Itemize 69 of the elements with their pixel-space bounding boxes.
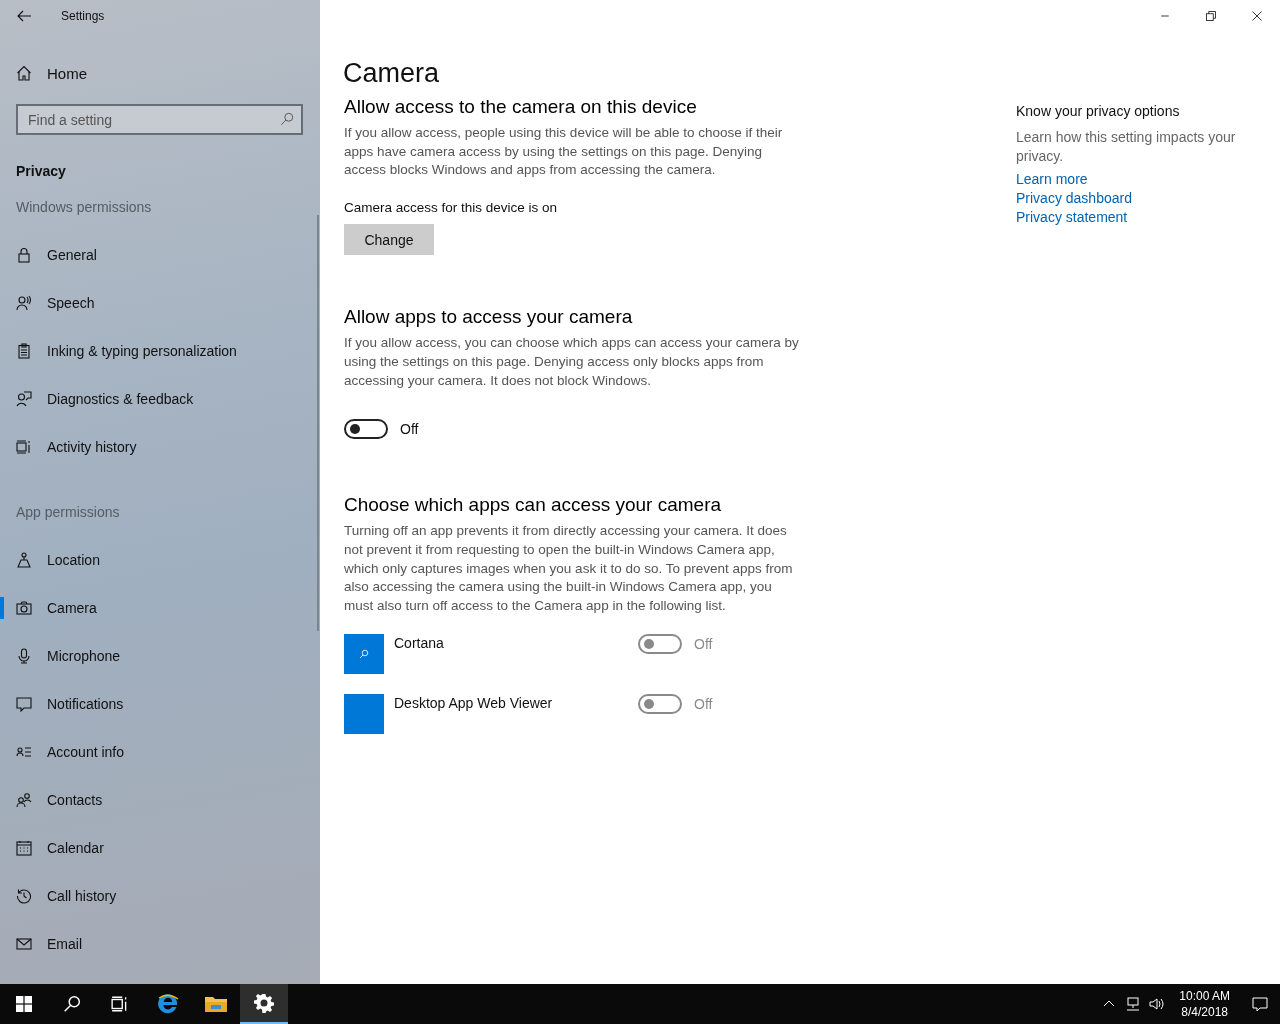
app-tile-icon xyxy=(344,693,384,734)
section-description: If you allow access, you can choose which apps can access your camera by using the settings on this page. Denying access only blocks apps from accessing your camera. It does not block Windows. xyxy=(344,334,799,390)
sidebar-item[interactable]: Calendar xyxy=(0,824,290,872)
gear-icon xyxy=(254,993,274,1013)
mail-icon xyxy=(16,936,32,952)
calendar-icon xyxy=(16,840,32,856)
section-title: Privacy xyxy=(16,162,66,181)
sidebar-item[interactable]: Activity history xyxy=(0,423,290,471)
camera-icon xyxy=(16,600,32,616)
toggle-label: Off xyxy=(694,635,713,652)
privacy-link[interactable]: Privacy dashboard xyxy=(1016,189,1132,209)
home-link[interactable]: Home xyxy=(0,49,95,97)
window-title: Settings xyxy=(61,9,105,23)
toggle-label: Off xyxy=(400,421,419,438)
app-name: Desktop App Web Viewer xyxy=(394,694,554,711)
app-tile-icon xyxy=(344,633,384,674)
folder-icon xyxy=(204,994,228,1014)
clock[interactable]: 10:00 AM 8/4/2018 xyxy=(1173,984,1236,1024)
group-heading: Windows permissions xyxy=(15,198,152,217)
section-heading: Allow access to the camera on this device xyxy=(343,95,698,119)
browser-e-icon xyxy=(156,992,180,1016)
person-list-icon xyxy=(16,744,32,760)
aside-text: Learn how this setting impacts your privacy. xyxy=(1016,128,1237,166)
privacy-link[interactable]: Privacy statement xyxy=(1016,208,1128,228)
change-button[interactable]: Change xyxy=(344,224,434,256)
restore-icon xyxy=(1205,10,1217,22)
sidebar-item[interactable]: Email xyxy=(0,920,290,968)
task-view-icon xyxy=(111,995,129,1013)
privacy-link[interactable]: Learn more xyxy=(1016,170,1088,190)
back-arrow-icon xyxy=(16,8,32,24)
activity-icon xyxy=(16,439,32,455)
people-icon xyxy=(16,792,32,808)
section-description: If you allow access, people using this device will be able to choose if their apps have camera access by using the settings on this page. Denying access blocks Windows and apps from accessing the camera. xyxy=(344,124,784,180)
sidebar-item[interactable]: Location xyxy=(0,536,290,584)
clipboard-icon xyxy=(16,343,32,359)
sidebar-item[interactable]: Microphone xyxy=(0,632,290,680)
history-clock-icon xyxy=(16,888,32,904)
taskbar-button[interactable] xyxy=(240,984,288,1024)
sidebar-item[interactable]: Diagnostics & feedback xyxy=(0,375,290,423)
app-name: Cortana xyxy=(394,634,445,651)
aside-heading: Know your privacy options xyxy=(1016,102,1180,121)
search-field[interactable]: Find a setting xyxy=(16,104,303,135)
sidebar-item[interactable]: Speech xyxy=(0,279,290,327)
section-heading: Allow apps to access your camera xyxy=(343,305,634,330)
sidebar-item[interactable]: Inking & typing personalization xyxy=(0,327,290,375)
sidebar-item[interactable]: Contacts xyxy=(0,776,290,824)
sidebar-item[interactable]: Call history xyxy=(0,872,290,920)
status-text: Camera access for this device is on xyxy=(344,200,559,216)
lock-icon xyxy=(16,247,32,263)
microphone-icon xyxy=(16,648,32,664)
message-bubble-icon xyxy=(16,696,32,712)
location-person-icon xyxy=(16,552,32,568)
section-description: Turning off an app prevents it from directly accessing your camera. It does not prevent it from requesting to open the built-in Windows Camera app, which only captures images when you ask it to do so. To prevent apps from also accessing the camera using the built-in Windows Camera app, you must also turn off access to the Camera app in the following list. xyxy=(344,522,794,616)
group-heading: App permissions xyxy=(15,503,120,522)
person-sound-icon xyxy=(16,295,32,311)
person-message-icon xyxy=(16,391,32,407)
search-icon xyxy=(63,995,81,1013)
toggle-switch[interactable] xyxy=(344,419,388,440)
close-icon xyxy=(1251,10,1263,22)
sidebar-item[interactable]: Notifications xyxy=(0,680,290,728)
toggle-label: Off xyxy=(694,695,713,712)
page-title: Camera xyxy=(343,57,441,90)
sidebar-item[interactable]: Camera xyxy=(0,584,290,632)
search-icon xyxy=(280,112,294,126)
sidebar-item[interactable]: Account info xyxy=(0,728,290,776)
section-heading: Choose which apps can access your camera xyxy=(343,493,723,518)
windows-logo-icon xyxy=(16,996,32,1012)
sidebar-item[interactable]: General xyxy=(0,231,290,279)
home-icon xyxy=(16,65,32,81)
